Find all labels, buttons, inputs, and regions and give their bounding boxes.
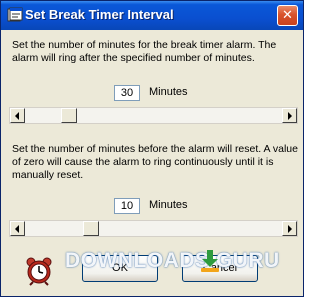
watermark-text: DOWNLOADS GURU — [65, 249, 280, 272]
alarm-minutes-slider[interactable] — [9, 107, 298, 124]
alarm-slider-right-arrow[interactable] — [282, 108, 297, 123]
arrow-left-icon — [15, 112, 19, 120]
arrow-right-icon — [288, 112, 292, 120]
alarm-description: Set the number of minutes for the break … — [12, 39, 277, 64]
title-bar[interactable]: Set Break Timer Interval ✕ — [1, 1, 303, 30]
reset-minutes-slider[interactable] — [9, 220, 298, 237]
alarm-minutes-unit: Minutes — [149, 86, 188, 98]
downloads-guru-watermark: DOWNLOADS GURU — [65, 249, 293, 279]
alarm-minutes-field[interactable]: 30 — [114, 85, 140, 101]
reset-minutes-field[interactable]: 10 — [114, 198, 140, 214]
alarm-slider-thumb[interactable] — [61, 108, 77, 123]
window-title: Set Break Timer Interval — [25, 7, 174, 22]
reset-minutes-unit: Minutes — [149, 199, 188, 211]
reset-slider-thumb[interactable] — [83, 221, 99, 236]
alarm-clock-icon — [24, 256, 54, 286]
reset-description: Set the number of minutes before the ala… — [12, 143, 298, 181]
download-arrow-icon — [199, 249, 221, 273]
reset-slider-right-arrow[interactable] — [282, 221, 297, 236]
reset-slider-left-arrow[interactable] — [10, 221, 25, 236]
alarm-slider-left-arrow[interactable] — [10, 108, 25, 123]
close-button[interactable]: ✕ — [277, 5, 298, 26]
timer-app-icon — [7, 7, 23, 23]
dialog-window: Set Break Timer Interval ✕ Set the numbe… — [0, 0, 304, 297]
arrow-left-icon — [15, 225, 19, 233]
arrow-right-icon — [288, 225, 292, 233]
close-icon: ✕ — [282, 8, 293, 23]
